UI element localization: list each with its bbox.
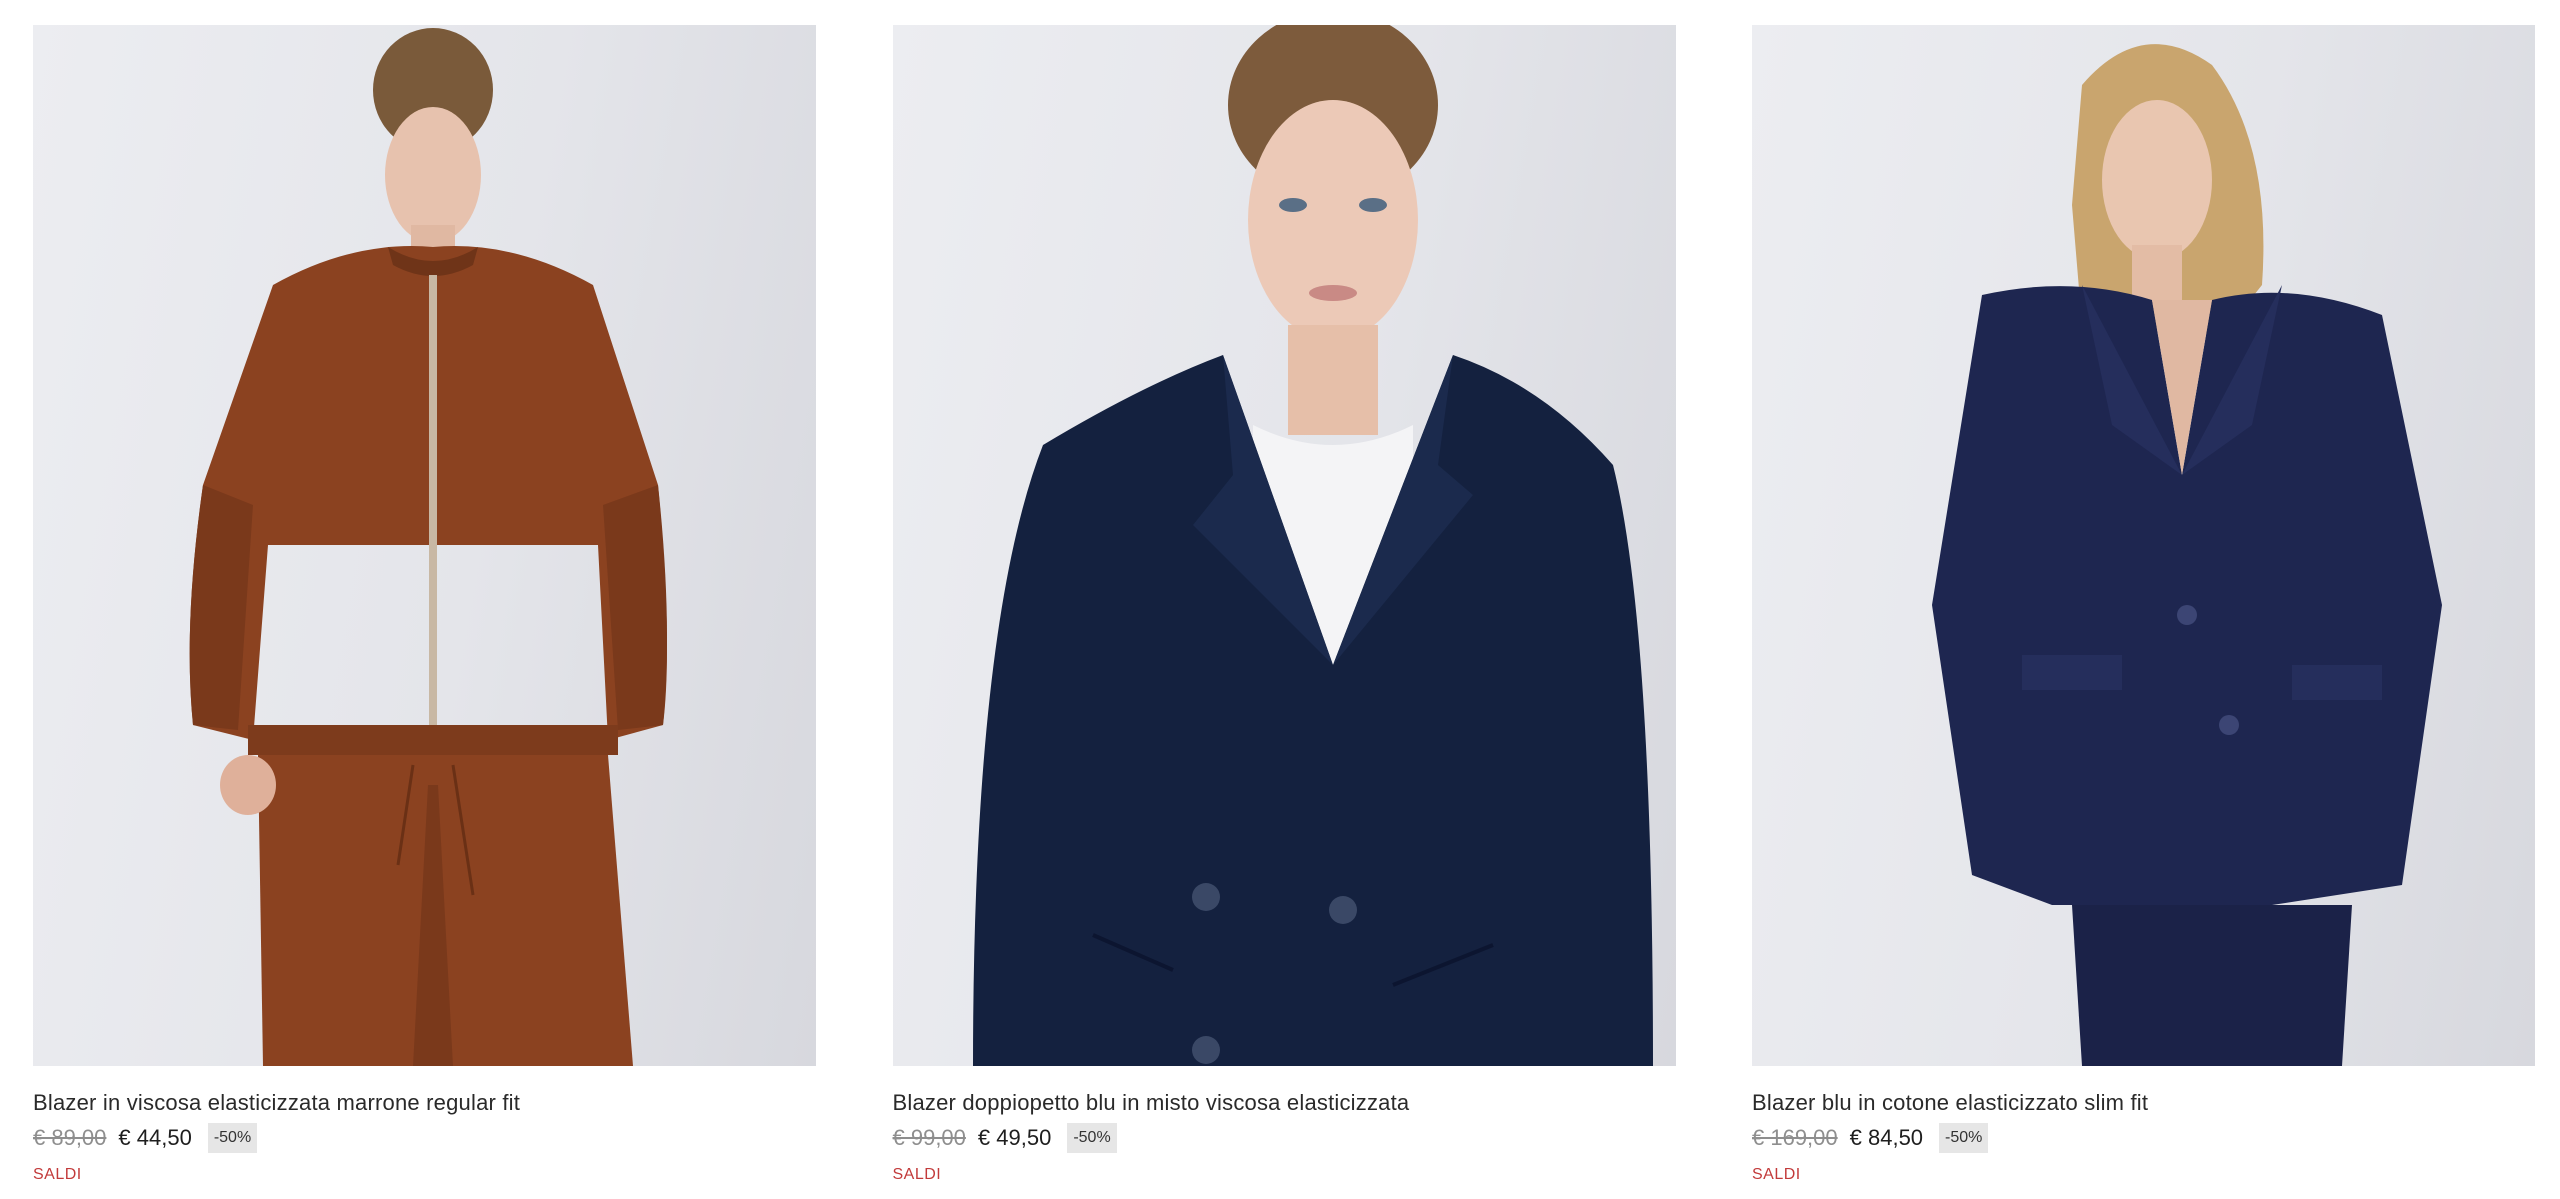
sale-price: € 49,50 bbox=[977, 1125, 1052, 1150]
discount-badge: -50% bbox=[207, 1123, 258, 1153]
product-image[interactable] bbox=[33, 25, 816, 1066]
sale-price: € 44,50 bbox=[118, 1125, 192, 1150]
product-image[interactable] bbox=[1752, 25, 2535, 1066]
price-row: € 99,00 € 49,50 -50% bbox=[893, 1122, 1676, 1154]
navy-double-breasted-photo bbox=[972, 25, 1653, 1066]
old-price: € 89,00 bbox=[33, 1125, 107, 1150]
product-card[interactable]: Blazer doppiopetto blu in misto viscosa … bbox=[892, 25, 1676, 1184]
brown-bomber-photo bbox=[189, 28, 667, 1066]
product-title[interactable]: Blazer doppiopetto blu in misto viscosa … bbox=[893, 1090, 1676, 1116]
old-price: € 99,00 bbox=[892, 1125, 966, 1150]
discount-badge: -50% bbox=[1067, 1123, 1117, 1153]
sale-tag: SALDI bbox=[892, 1166, 942, 1183]
product-grid: Blazer in viscosa elasticizzata marrone … bbox=[33, 25, 2535, 1184]
product-card[interactable]: Blazer in viscosa elasticizzata marrone … bbox=[33, 25, 816, 1184]
product-title[interactable]: Blazer in viscosa elasticizzata marrone … bbox=[33, 1090, 816, 1116]
product-card[interactable]: Blazer blu in cotone elasticizzato slim … bbox=[1752, 25, 2535, 1184]
price-row: € 89,00 € 44,50 -50% bbox=[33, 1122, 816, 1154]
sale-tag: SALDI bbox=[1752, 1166, 1801, 1183]
old-price: € 169,00 bbox=[1752, 1125, 1838, 1150]
price-row: € 169,00 € 84,50 -50% bbox=[1752, 1122, 2535, 1154]
product-image[interactable] bbox=[892, 25, 1676, 1066]
sale-tag: SALDI bbox=[33, 1166, 82, 1183]
navy-slim-blazer-photo bbox=[1932, 44, 2442, 1066]
discount-badge: -50% bbox=[1939, 1123, 1989, 1153]
sale-price: € 84,50 bbox=[1849, 1125, 1924, 1150]
product-title[interactable]: Blazer blu in cotone elasticizzato slim … bbox=[1752, 1090, 2535, 1116]
